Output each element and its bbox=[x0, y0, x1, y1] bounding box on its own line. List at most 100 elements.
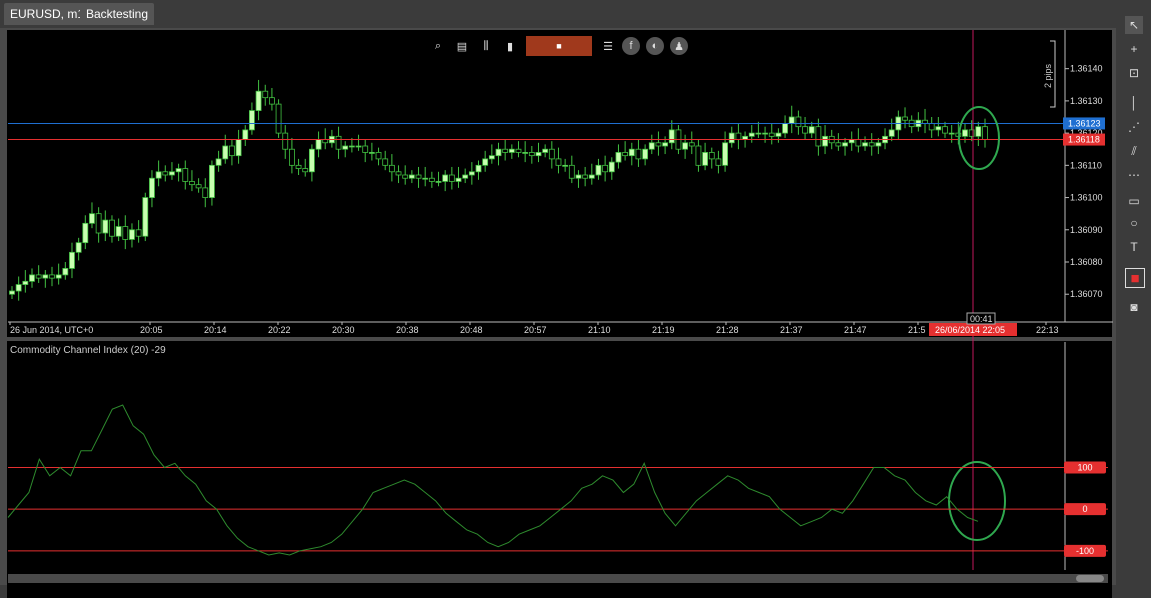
candle bbox=[462, 168, 469, 184]
time-tick-label: 20:48 bbox=[460, 325, 483, 335]
candle bbox=[715, 150, 722, 174]
candle bbox=[169, 162, 175, 180]
candle bbox=[708, 147, 715, 169]
candle bbox=[388, 154, 395, 182]
candle bbox=[662, 136, 669, 155]
candle bbox=[428, 171, 435, 188]
candle bbox=[189, 170, 195, 192]
candle bbox=[975, 121, 982, 146]
vertical-line-icon[interactable]: │ bbox=[1125, 94, 1143, 112]
pointer-icon[interactable]: ↖ bbox=[1125, 16, 1143, 34]
candle bbox=[948, 125, 955, 143]
candle bbox=[29, 268, 35, 288]
candle bbox=[275, 99, 282, 138]
candle bbox=[42, 270, 49, 288]
candle bbox=[548, 141, 555, 169]
candle bbox=[835, 133, 842, 151]
time-tick-label: 21:28 bbox=[716, 325, 739, 335]
ellipse-icon[interactable]: ○ bbox=[1125, 214, 1143, 232]
candle bbox=[448, 166, 455, 190]
candle bbox=[922, 108, 928, 134]
candle bbox=[122, 215, 129, 250]
candle bbox=[109, 215, 115, 243]
candle bbox=[395, 165, 402, 184]
cci-highlight-ellipse bbox=[948, 461, 1006, 541]
candle bbox=[95, 207, 102, 243]
candle bbox=[728, 126, 735, 148]
candle bbox=[682, 134, 689, 159]
fan-icon[interactable]: ⋰ bbox=[1125, 118, 1143, 136]
candle bbox=[402, 165, 409, 185]
candle bbox=[135, 220, 142, 243]
candles-icon[interactable]: ⫼ bbox=[476, 36, 496, 56]
candle bbox=[102, 210, 109, 242]
candle bbox=[455, 166, 462, 188]
cci-level-label: -100 bbox=[1076, 546, 1094, 556]
trade-icon[interactable]: ◐ bbox=[646, 37, 664, 55]
candle bbox=[62, 262, 69, 280]
candle bbox=[69, 242, 75, 279]
chart-settings-icon[interactable]: ▤ bbox=[452, 36, 472, 56]
color-icon[interactable]: ■ bbox=[1125, 268, 1145, 288]
time-tick-label: 21:5 bbox=[908, 325, 926, 335]
candle bbox=[875, 137, 882, 155]
facebook-icon[interactable]: f bbox=[622, 37, 640, 55]
cci-line bbox=[7, 404, 979, 556]
rectangle-icon[interactable]: ▭ bbox=[1125, 192, 1143, 210]
candle bbox=[362, 139, 369, 163]
candle bbox=[935, 117, 942, 137]
price-tick-label: 1.36100 bbox=[1070, 193, 1103, 203]
person-icon[interactable]: ♟ bbox=[670, 37, 688, 55]
candle bbox=[49, 266, 55, 287]
candle bbox=[142, 192, 149, 242]
candle bbox=[475, 160, 482, 180]
candle bbox=[928, 117, 935, 138]
candle bbox=[255, 79, 262, 121]
candle bbox=[582, 166, 589, 187]
cci-level-label: 0 bbox=[1082, 504, 1087, 514]
candle bbox=[89, 202, 95, 229]
candle bbox=[348, 137, 355, 153]
candle bbox=[688, 131, 695, 155]
candle bbox=[442, 170, 449, 192]
candle bbox=[262, 84, 269, 106]
time-tick-label: 20:14 bbox=[204, 325, 227, 335]
stop-icon[interactable]: ■ bbox=[526, 36, 592, 56]
candle bbox=[249, 102, 255, 135]
candle bbox=[628, 142, 635, 166]
candle bbox=[235, 129, 242, 164]
camera-icon[interactable]: ◙ bbox=[1125, 298, 1143, 316]
price-tick-label: 1.36130 bbox=[1070, 96, 1103, 106]
candle bbox=[775, 128, 782, 143]
candle bbox=[915, 112, 922, 132]
horizontal-scrollbar[interactable] bbox=[8, 574, 1108, 583]
candle bbox=[648, 134, 655, 155]
candle bbox=[308, 144, 315, 182]
candle bbox=[735, 123, 742, 150]
candle bbox=[568, 155, 575, 184]
candle bbox=[322, 128, 329, 150]
candle bbox=[608, 157, 615, 180]
bid-price-label: 1.36118 bbox=[1068, 135, 1100, 145]
timeframe-icon[interactable]: ▮ bbox=[500, 36, 520, 56]
text-icon[interactable]: T bbox=[1125, 238, 1143, 256]
fibonacci-icon[interactable]: ⋯ bbox=[1125, 166, 1143, 184]
candle bbox=[422, 166, 429, 187]
candle bbox=[508, 144, 515, 159]
time-tick-label: 20:05 bbox=[140, 325, 163, 335]
candle bbox=[495, 142, 502, 166]
list-icon[interactable]: ☰ bbox=[598, 36, 618, 56]
candle bbox=[315, 131, 322, 158]
candle bbox=[528, 146, 535, 164]
crosshair-icon[interactable]: + bbox=[1125, 40, 1143, 58]
zoom-icon[interactable]: ⌕ bbox=[428, 36, 448, 56]
channel-icon[interactable]: ⫽ bbox=[1125, 142, 1143, 160]
scrollbar-thumb[interactable] bbox=[1076, 575, 1104, 582]
candle bbox=[562, 158, 569, 172]
time-tick-label: 21:47 bbox=[844, 325, 867, 335]
candle bbox=[269, 88, 275, 111]
time-tick-label: 21:19 bbox=[652, 325, 675, 335]
pips-label: 2 pips bbox=[1043, 63, 1053, 88]
candle bbox=[602, 155, 609, 182]
zoom-box-icon[interactable]: ⊡ bbox=[1125, 64, 1143, 82]
